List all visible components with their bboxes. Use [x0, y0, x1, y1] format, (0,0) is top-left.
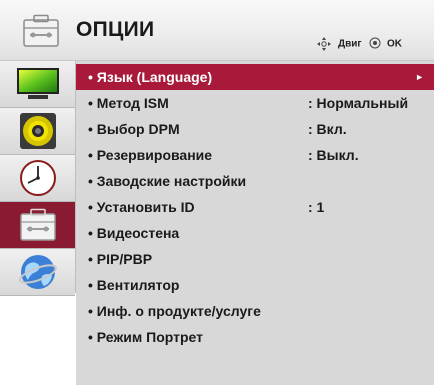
menu-item-set-id[interactable]: • Установить ID : 1	[76, 194, 434, 220]
menu-item-label: • Язык (Language)	[88, 69, 213, 85]
globe-icon	[18, 255, 57, 289]
menu-item-tile-mode[interactable]: • Видеостена	[76, 220, 434, 246]
sidebar-item-network[interactable]	[0, 249, 75, 296]
menu-item-label: • Инф. о продукте/услуге	[88, 303, 261, 319]
monitor-icon	[16, 68, 59, 99]
menu-item-label: • Вентилятор	[88, 277, 180, 293]
menu-item-label: • Видеостена	[88, 225, 180, 241]
menu-item-portrait-mode[interactable]: • Режим Портрет	[76, 324, 434, 350]
submenu-arrow-icon: ►	[415, 72, 424, 82]
clock-icon	[19, 160, 56, 196]
menu-item-language[interactable]: • Язык (Language) ►	[76, 64, 434, 90]
move-hint-label: Двиг	[338, 38, 362, 50]
sidebar-item-audio[interactable]	[0, 108, 75, 155]
menu-item-value: : Выкл.	[308, 147, 359, 163]
category-sidebar	[0, 61, 76, 296]
menu-item-factory-reset[interactable]: • Заводские настройки	[76, 168, 434, 194]
ok-hint-label: OK	[387, 38, 402, 50]
toolbox-icon	[23, 14, 59, 47]
menu-item-label: • Резервирование	[88, 147, 213, 163]
menu-item-label: • Режим Портрет	[88, 329, 204, 345]
menu-item-value: : Нормальный	[308, 95, 409, 111]
menu-item-label: • PIP/PBP	[88, 251, 153, 267]
menu-item-dpm-select[interactable]: • Выбор DPM : Вкл.	[76, 116, 434, 142]
menu-item-value: : Вкл.	[308, 121, 347, 137]
toolbox-icon	[19, 208, 56, 241]
menu-item-pip-pbp[interactable]: • PIP/PBP	[76, 246, 434, 272]
menu-item-value: : 1	[308, 199, 325, 215]
menu-item-label: • Установить ID	[88, 199, 195, 215]
options-menu-list: • Язык (Language) ► • Метод ISM : Нормал…	[76, 61, 434, 385]
sidebar-item-option[interactable]	[0, 202, 75, 249]
ok-button-icon	[369, 37, 381, 49]
menu-item-fail-over[interactable]: • Резервирование : Выкл.	[76, 142, 434, 168]
menu-item-label: • Выбор DPM	[88, 121, 180, 137]
menu-item-label: • Заводские настройки	[88, 173, 247, 189]
menu-item-ism-method[interactable]: • Метод ISM : Нормальный	[76, 90, 434, 116]
menu-item-fan[interactable]: • Вентилятор	[76, 272, 434, 298]
sidebar-item-picture[interactable]	[0, 61, 75, 108]
dpad-icon	[317, 37, 331, 51]
menu-header: ОПЦИИ Двиг OK	[0, 0, 434, 61]
speaker-icon	[19, 113, 56, 149]
sidebar-item-time[interactable]	[0, 155, 75, 202]
menu-item-label: • Метод ISM	[88, 95, 169, 111]
menu-item-product-info[interactable]: • Инф. о продукте/услуге	[76, 298, 434, 324]
page-title: ОПЦИИ	[76, 18, 155, 41]
options-osd-menu: ОПЦИИ Двиг OK • Язык (Language) ► • Мето…	[0, 0, 434, 385]
